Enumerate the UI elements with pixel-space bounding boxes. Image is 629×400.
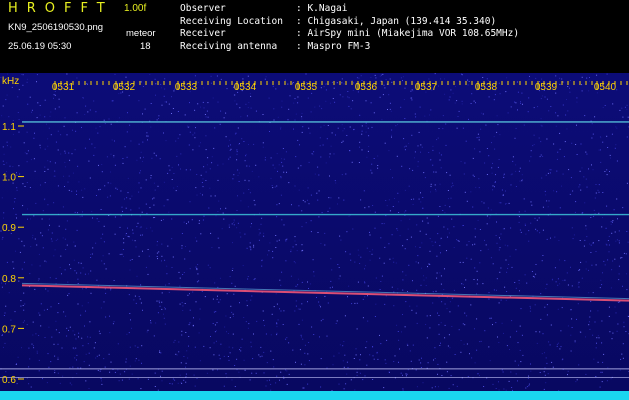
x-tick-label: 0531 xyxy=(52,82,75,93)
y-tick-label: 1.1 xyxy=(2,122,16,133)
info-key: Receiving antenna xyxy=(180,40,278,52)
filename-label: KN9_2506190530.png xyxy=(8,22,104,33)
info-value: : Chigasaki, Japan (139.414 35.340) xyxy=(296,15,497,27)
info-key: Observer xyxy=(180,3,226,14)
x-tick-label: 0534 xyxy=(234,82,257,93)
waterfall-plot: 0531 0532 0533 0534 0535 0536 0537 0538 0539 0540… xyxy=(0,73,629,400)
info-row-receiver: Receiver : AirSpy mini (Miakejima VOR 108… xyxy=(180,28,519,41)
x-tick-label: 0539 xyxy=(535,82,558,93)
app-title: HROFFT xyxy=(8,1,114,16)
version-label: 1.00f xyxy=(124,3,147,14)
info-row-antenna: Receiving antenna : Maspro FM-3 xyxy=(180,41,519,54)
x-tick-label: 0538 xyxy=(475,82,498,93)
datetime-label: 25.06.19 05:30 xyxy=(8,41,72,52)
x-tick-label: 0540 xyxy=(594,82,617,93)
y-tick-label: 0.8 xyxy=(2,274,16,285)
info-key: Receiver xyxy=(180,28,226,39)
waterfall-svg: 0531 0532 0533 0534 0535 0536 0537 0538 0539 0540… xyxy=(0,73,629,400)
info-value: : Maspro FM-3 xyxy=(296,40,371,52)
mode-label: meteor xyxy=(126,28,156,39)
x-tick-label: 0533 xyxy=(175,82,198,93)
y-tick-label: 0.6 xyxy=(2,375,16,386)
info-value: : AirSpy mini (Miakejima VOR 108.65MHz) xyxy=(296,28,520,39)
info-key: Receiving Location xyxy=(180,15,283,27)
info-value: : K.Nagai xyxy=(296,3,348,14)
y-tick-label: 1.0 xyxy=(2,173,16,184)
count-label: 18 xyxy=(140,41,151,52)
info-row-observer: Observer : K.Nagai xyxy=(180,3,519,16)
info-row-location: Receiving Location : Chigasaki, Japan (13… xyxy=(180,16,519,29)
x-tick-label: 0536 xyxy=(355,82,378,93)
y-tick-label: 0.9 xyxy=(2,223,16,234)
x-tick-label: 0535 xyxy=(295,82,318,93)
x-tick-label: 0532 xyxy=(113,82,136,93)
noise-floor-band xyxy=(0,391,629,400)
header-panel: HROFFT 1.00f KN9_2506190530.png meteor 2… xyxy=(0,0,629,72)
y-unit-label: kHz xyxy=(2,76,19,87)
x-tick-label: 0537 xyxy=(415,82,438,93)
y-tick-label: 0.7 xyxy=(2,324,16,335)
station-info: Observer : K.Nagai Receiving Location : Ch… xyxy=(180,3,519,53)
